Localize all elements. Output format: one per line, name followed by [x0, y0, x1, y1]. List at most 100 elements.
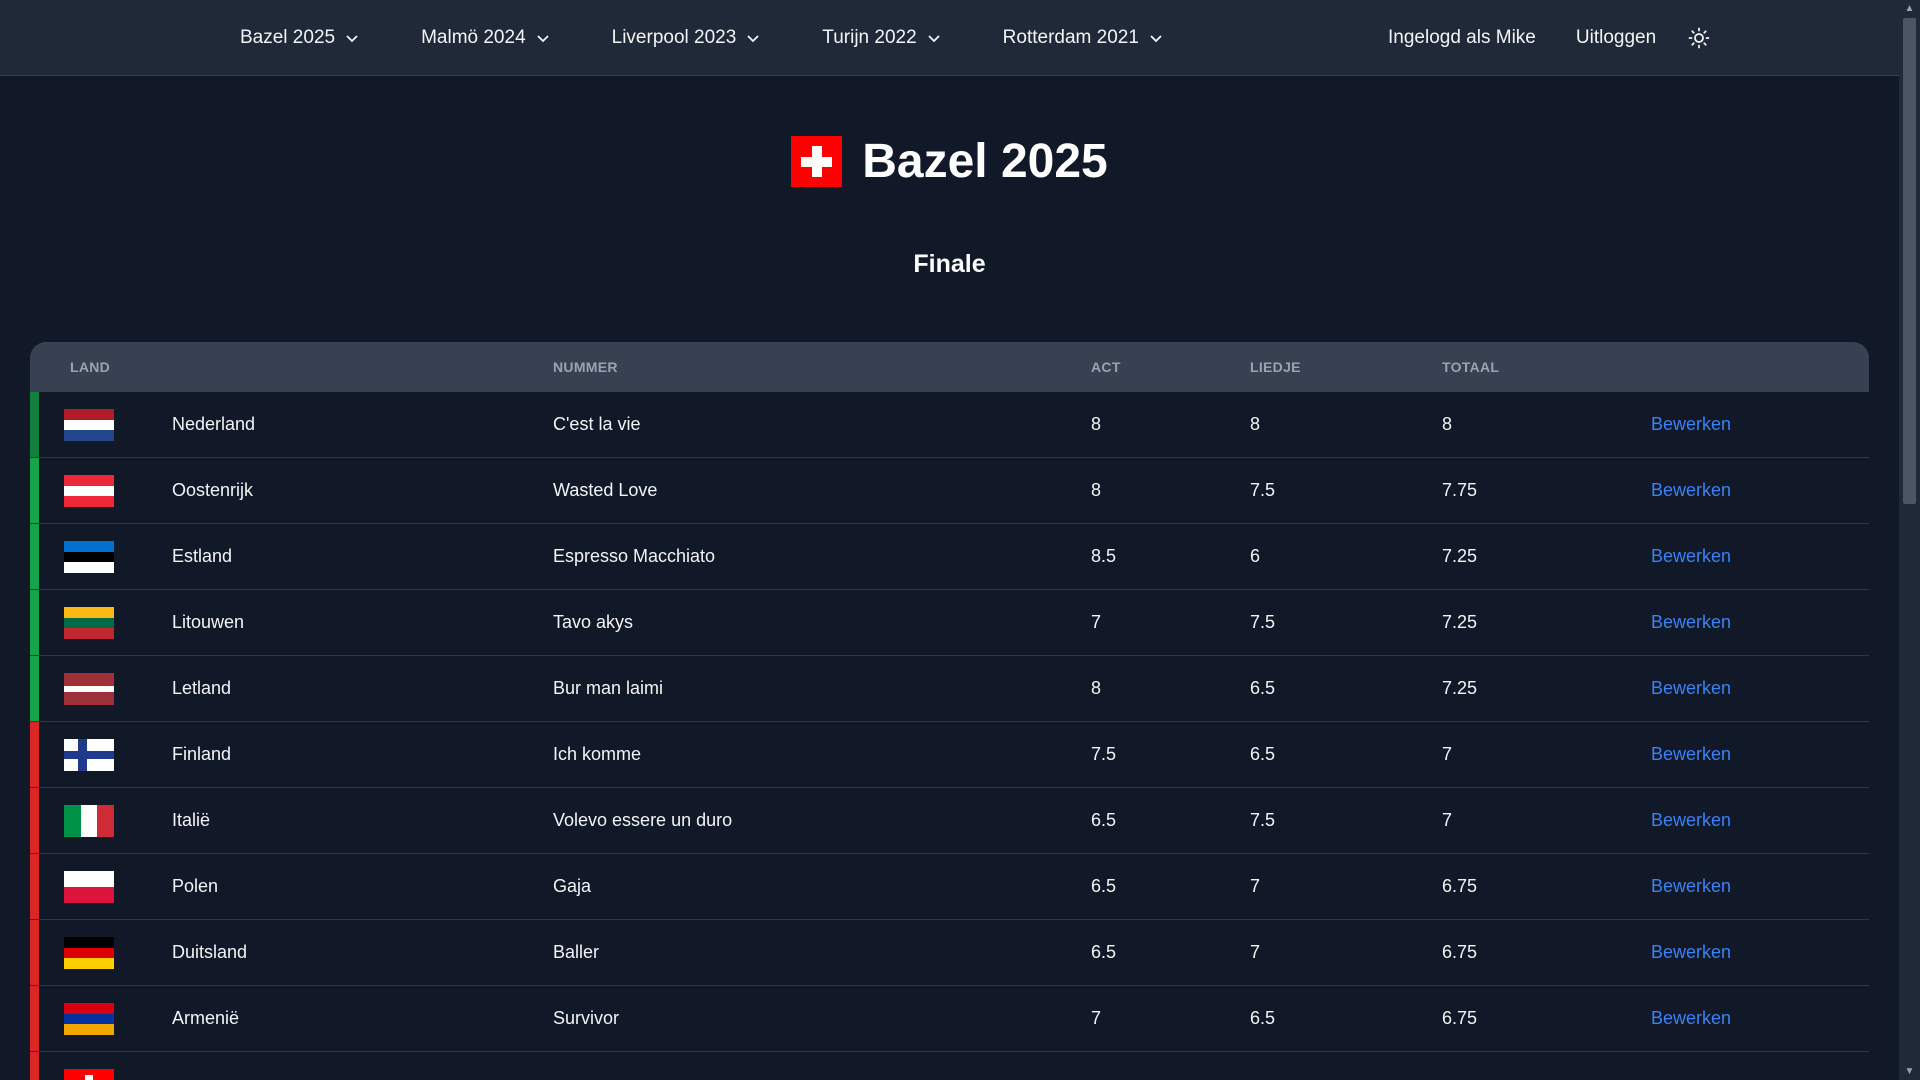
song-score: 7: [1250, 876, 1261, 896]
table-row: Italië Volevo essere un duro 6.5 7.5 7 B…: [30, 788, 1869, 854]
act-score: 8: [1091, 480, 1102, 500]
song-score: 7.5: [1250, 612, 1276, 632]
nav-item-bazel-2025[interactable]: Bazel 2025: [240, 27, 359, 49]
scroll-up-icon[interactable]: ▲: [1904, 3, 1915, 14]
act-score: 6.5: [1091, 876, 1117, 896]
latvia-flag-icon: [64, 673, 114, 705]
nav-item-label: Bazel 2025: [240, 27, 336, 48]
edit-link[interactable]: Bewerken: [1651, 678, 1731, 699]
status-bar: [30, 524, 39, 589]
table-header: LAND NUMMER ACT LIEDJE TOTAAL: [30, 342, 1869, 392]
scroll-down-icon[interactable]: ▼: [1904, 1066, 1915, 1077]
logout-button[interactable]: Uitloggen: [1576, 27, 1656, 49]
table-row: Nederland C'est la vie 8 8 8 Bewerken: [30, 392, 1869, 458]
page-header: Bazel 2025: [0, 134, 1899, 189]
chevron-down-icon: [928, 35, 940, 43]
sun-icon[interactable]: [1688, 27, 1710, 49]
edit-link[interactable]: Bewerken: [1651, 480, 1731, 501]
act-score: 7: [1091, 1008, 1102, 1028]
song-score: 6.5: [1250, 1008, 1276, 1028]
chevron-down-icon: [346, 35, 358, 43]
lithuania-flag-icon: [64, 607, 114, 639]
song-score: 6.5: [1250, 678, 1276, 698]
status-bar: [30, 722, 39, 787]
song-title: Tavo akys: [553, 612, 634, 632]
song-title: Survivor: [553, 1008, 620, 1028]
edit-link[interactable]: Bewerken: [1651, 414, 1731, 435]
estonia-flag-icon: [64, 541, 114, 573]
switzerland-flag-icon: [64, 1069, 114, 1080]
edit-link[interactable]: Bewerken: [1651, 1008, 1731, 1029]
song-score: 7: [1250, 942, 1261, 962]
country-name: Finland: [172, 744, 232, 764]
nav-item-rotterdam-2021[interactable]: Rotterdam 2021: [1003, 27, 1163, 49]
year-menu: Bazel 2025 Malmö 2024 Liverpool 2023 Tur…: [240, 0, 1225, 76]
country-name: Nederland: [172, 414, 256, 434]
song-title: Ich komme: [553, 744, 642, 764]
total-score: 7.75: [1442, 480, 1478, 500]
act-score: 8: [1091, 678, 1102, 698]
song-title: Gaja: [553, 876, 592, 896]
total-score: 7.25: [1442, 678, 1478, 698]
act-score: 8: [1091, 414, 1102, 434]
edit-link[interactable]: Bewerken: [1651, 942, 1731, 963]
logged-in-user[interactable]: Ingelogd als Mike: [1388, 27, 1536, 49]
page-title: Bazel 2025: [862, 135, 1108, 188]
edit-link[interactable]: Bewerken: [1651, 810, 1731, 831]
table-row: Oostenrijk Wasted Love 8 7.5 7.75 Bewerk…: [30, 458, 1869, 524]
chevron-down-icon: [1150, 35, 1162, 43]
status-bar: [30, 1052, 39, 1080]
song-score: 8: [1250, 414, 1261, 434]
finland-flag-icon: [64, 739, 114, 771]
table-row: [30, 1052, 1869, 1080]
austria-flag-icon: [64, 475, 114, 507]
nav-item-label: Rotterdam 2021: [1002, 27, 1139, 48]
total-score: 7: [1442, 810, 1453, 830]
scroll-thumb[interactable]: [1903, 18, 1916, 504]
edit-link[interactable]: Bewerken: [1651, 546, 1731, 567]
status-bar: [30, 788, 39, 853]
country-name: Armenië: [172, 1008, 240, 1028]
act-score: 8.5: [1091, 546, 1117, 566]
table-row: Letland Bur man laimi 8 6.5 7.25 Bewerke…: [30, 656, 1869, 722]
table-row: Armenië Survivor 7 6.5 6.75 Bewerken: [30, 986, 1869, 1052]
country-name: Duitsland: [172, 942, 248, 962]
nav-item-label: Turijn 2022: [822, 27, 917, 48]
nav-item-malmo-2024[interactable]: Malmö 2024: [421, 27, 550, 49]
country-name: Oostenrijk: [172, 480, 254, 500]
column-header-totaal: TOTAAL: [1442, 359, 1500, 375]
total-score: 6.75: [1442, 876, 1478, 896]
table-row: Estland Espresso Macchiato 8.5 6 7.25 Be…: [30, 524, 1869, 590]
nav-item-turijn-2022[interactable]: Turijn 2022: [822, 27, 940, 49]
nav-item-liverpool-2023[interactable]: Liverpool 2023: [612, 27, 761, 49]
total-score: 8: [1442, 414, 1453, 434]
edit-link[interactable]: Bewerken: [1651, 876, 1731, 897]
song-title: Wasted Love: [553, 480, 658, 500]
country-name: Polen: [172, 876, 219, 896]
italy-flag-icon: [64, 805, 114, 837]
chevron-down-icon: [537, 35, 549, 43]
table-row: Finland Ich komme 7.5 6.5 7 Bewerken: [30, 722, 1869, 788]
nav-item-label: Malmö 2024: [421, 27, 526, 48]
act-score: 7.5: [1091, 744, 1117, 764]
status-bar: [30, 590, 39, 655]
total-score: 7: [1442, 744, 1453, 764]
user-menu: Ingelogd als Mike Uitloggen: [1388, 0, 1710, 76]
status-bar: [30, 656, 39, 721]
edit-link[interactable]: Bewerken: [1651, 744, 1731, 765]
germany-flag-icon: [64, 937, 114, 969]
country-name: Litouwen: [172, 612, 245, 632]
edit-link[interactable]: Bewerken: [1651, 612, 1731, 633]
song-score: 6.5: [1250, 744, 1276, 764]
poland-flag-icon: [64, 871, 114, 903]
act-score: 6.5: [1091, 942, 1117, 962]
song-title: Volevo essere un duro: [553, 810, 733, 830]
song-title: Baller: [553, 942, 600, 962]
song-title: C'est la vie: [553, 414, 641, 434]
table-row: Litouwen Tavo akys 7 7.5 7.25 Bewerken: [30, 590, 1869, 656]
chevron-down-icon: [747, 35, 759, 43]
table-row: Duitsland Baller 6.5 7 6.75 Bewerken: [30, 920, 1869, 986]
status-bar: [30, 920, 39, 985]
total-score: 6.75: [1442, 942, 1478, 962]
page-scrollbar[interactable]: ▲ ▼: [1899, 0, 1920, 1080]
